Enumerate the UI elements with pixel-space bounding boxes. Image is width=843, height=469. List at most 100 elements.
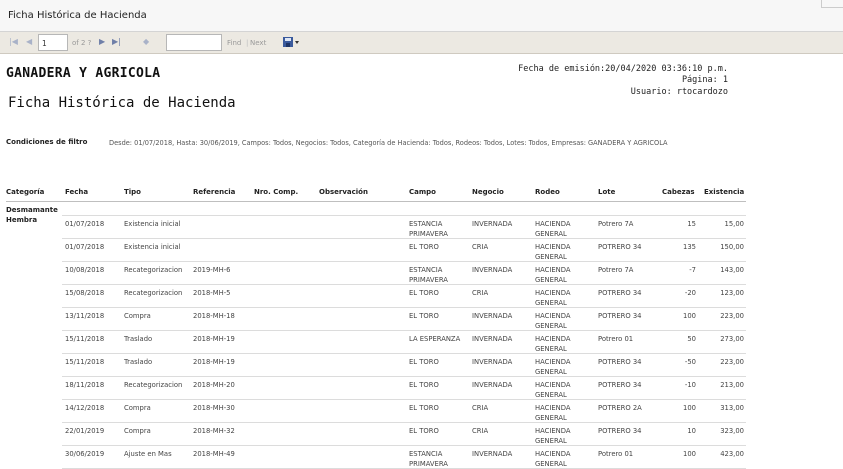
- cell-campo: EL TORO: [409, 289, 439, 297]
- col-header-negocio: Negocio: [472, 188, 504, 196]
- cell-cabezas: 10: [687, 427, 696, 435]
- cell-existencia: 150,00: [720, 243, 744, 251]
- export-save-icon[interactable]: [282, 36, 300, 49]
- find-link[interactable]: Find: [227, 39, 241, 47]
- cell-fecha: 01/07/2018: [65, 243, 105, 251]
- table-row: 13/11/2018 Compra 2018-MH-18 EL TORO INV…: [62, 308, 746, 331]
- cell-campo: EL TORO: [409, 381, 439, 389]
- col-header-fecha: Fecha: [65, 188, 89, 196]
- col-header-existencia: Existencia: [704, 188, 745, 196]
- cell-lote: POTRERO 2A: [598, 404, 642, 412]
- find-input[interactable]: [166, 34, 222, 51]
- col-header-rodeo: Rodeo: [535, 188, 560, 196]
- filter-conditions: Desde: 01/07/2018, Hasta: 30/06/2019, Ca…: [109, 139, 668, 147]
- cell-campo: ESTANCIA PRIMAVERA: [409, 220, 448, 238]
- back-icon[interactable]: ◆: [143, 37, 149, 46]
- cell-negocio: CRIA: [472, 427, 489, 435]
- cell-campo: EL TORO: [409, 243, 439, 251]
- table-row: 14/12/2018 Compra 2018-MH-30 EL TORO CRI…: [62, 400, 746, 423]
- cell-negocio: INVERNADA: [472, 266, 513, 274]
- cell-tipo: Traslado: [124, 335, 153, 343]
- table-row: 18/11/2018 Recategorizacion 2018-MH-20 E…: [62, 377, 746, 400]
- cell-campo: ESTANCIA PRIMAVERA: [409, 450, 448, 468]
- cell-campo: EL TORO: [409, 312, 439, 320]
- cell-existencia: 213,00: [720, 381, 744, 389]
- cell-cabezas: -50: [684, 358, 696, 366]
- col-header-tipo: Tipo: [124, 188, 141, 196]
- table-row: 22/01/2019 Compra 2018-MH-32 EL TORO CRI…: [62, 423, 746, 446]
- page-number-input[interactable]: 1: [38, 34, 68, 51]
- cell-tipo: Compra: [124, 427, 151, 435]
- cell-existencia: 313,00: [720, 404, 744, 412]
- table-row: 30/06/2019 Ajuste en Mas 2018-MH-49 ESTA…: [62, 446, 746, 469]
- cell-referencia: 2018-MH-5: [193, 289, 231, 297]
- cell-fecha: 22/01/2019: [65, 427, 105, 435]
- cell-referencia: 2018-MH-30: [193, 404, 235, 412]
- cell-referencia: 2018-MH-18: [193, 312, 235, 320]
- report-page: GANADERA Y AGRICOLA Ficha Histórica de H…: [0, 54, 843, 469]
- cell-existencia: 273,00: [720, 335, 744, 343]
- movements-table: 01/07/2018 Existencia inicial ESTANCIA P…: [62, 216, 746, 469]
- cell-lote: Potrero 7A: [598, 220, 634, 228]
- find-next-link[interactable]: Next: [250, 39, 266, 47]
- company-name: GANADERA Y AGRICOLA: [6, 66, 161, 81]
- cell-tipo: Existencia inicial: [124, 243, 181, 251]
- cell-tipo: Ajuste en Mas: [124, 450, 172, 458]
- col-header-categoria: Categoría: [6, 188, 45, 196]
- cell-tipo: Compra: [124, 404, 151, 412]
- cell-cabezas: 135: [683, 243, 696, 251]
- report-toolbar: |◀ ◀ 1 of 2 ? ▶ ▶| ◆ Find | Next: [0, 32, 843, 54]
- cell-cabezas: -20: [684, 289, 696, 297]
- table-row: 01/07/2018 Existencia inicial EL TORO CR…: [62, 239, 746, 262]
- col-header-lote: Lote: [598, 188, 616, 196]
- cell-negocio: CRIA: [472, 404, 489, 412]
- col-header-campo: Campo: [409, 188, 436, 196]
- cell-existencia: 15,00: [724, 220, 744, 228]
- first-page-icon[interactable]: |◀: [9, 37, 18, 46]
- emission-date: Fecha de emisión:20/04/2020 03:36:10 p.m…: [518, 64, 728, 74]
- cell-existencia: 123,00: [720, 289, 744, 297]
- cell-rodeo: HACIENDA GENERAL: [535, 381, 571, 399]
- category-label: Desmamante Hembra: [6, 206, 58, 224]
- cell-cabezas: 15: [687, 220, 696, 228]
- cell-referencia: 2018-MH-20: [193, 381, 235, 389]
- cell-existencia: 423,00: [720, 450, 744, 458]
- cell-cabezas: 100: [683, 450, 696, 458]
- report-title: Ficha Histórica de Hacienda: [8, 95, 236, 111]
- page-indicator: Página: 1: [681, 75, 728, 85]
- cell-fecha: 30/06/2019: [65, 450, 105, 458]
- last-page-icon[interactable]: ▶|: [112, 37, 121, 46]
- cell-rodeo: HACIENDA GENERAL: [535, 450, 571, 468]
- cell-fecha: 13/11/2018: [65, 312, 105, 320]
- cell-rodeo: HACIENDA GENERAL: [535, 358, 571, 376]
- cell-rodeo: HACIENDA GENERAL: [535, 243, 571, 261]
- cell-lote: Potrero 7A: [598, 266, 634, 274]
- cell-lote: POTRERO 34: [598, 358, 642, 366]
- cell-cabezas: 100: [683, 312, 696, 320]
- toolbar-separator: |: [246, 39, 249, 47]
- cell-lote: POTRERO 34: [598, 312, 642, 320]
- header-divider: [6, 201, 746, 202]
- cell-negocio: INVERNADA: [472, 381, 513, 389]
- table-row: 15/11/2018 Traslado 2018-MH-19 EL TORO I…: [62, 354, 746, 377]
- col-header-nro-comp: Nro. Comp.: [254, 188, 299, 196]
- cell-lote: POTRERO 34: [598, 289, 642, 297]
- cell-tipo: Compra: [124, 312, 151, 320]
- next-page-icon[interactable]: ▶: [99, 37, 105, 46]
- cell-negocio: INVERNADA: [472, 220, 513, 228]
- cell-campo: LA ESPERANZA: [409, 335, 461, 343]
- cell-negocio: CRIA: [472, 243, 489, 251]
- cell-fecha: 01/07/2018: [65, 220, 105, 228]
- cell-tipo: Recategorizacion: [124, 289, 183, 297]
- cell-fecha: 15/11/2018: [65, 335, 105, 343]
- table-row: 15/11/2018 Traslado 2018-MH-19 LA ESPERA…: [62, 331, 746, 354]
- cell-lote: Potrero 01: [598, 335, 634, 343]
- report-user: Usuario: rtocardozo: [630, 87, 728, 97]
- cell-fecha: 15/11/2018: [65, 358, 105, 366]
- cell-tipo: Recategorizacion: [124, 381, 183, 389]
- window-titlebar: Ficha Histórica de Hacienda: [0, 0, 843, 32]
- cell-lote: POTRERO 34: [598, 243, 642, 251]
- cell-tipo: Existencia inicial: [124, 220, 181, 228]
- previous-page-icon[interactable]: ◀: [26, 37, 32, 46]
- cell-campo: EL TORO: [409, 427, 439, 435]
